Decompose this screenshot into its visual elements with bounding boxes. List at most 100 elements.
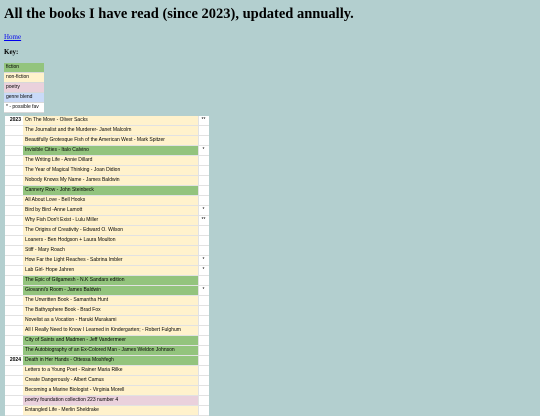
- book-title: On The Move - Oliver Sacks: [23, 116, 198, 125]
- fav-marker: [198, 276, 208, 285]
- fav-marker: [198, 136, 208, 145]
- year-cell: [5, 236, 23, 245]
- book-row[interactable]: Letters to a Young Poet - Rainer Maria R…: [5, 366, 209, 376]
- key-item: non-fiction: [4, 73, 44, 83]
- book-row[interactable]: How Far the Light Reaches - Sabrina Imbl…: [5, 256, 209, 266]
- year-cell: [5, 216, 23, 225]
- book-title: The Year of Magical Thinking - Joan Didi…: [23, 166, 198, 175]
- year-cell: [5, 256, 23, 265]
- book-row[interactable]: Lab Girl- Hope Jahren *: [5, 266, 209, 276]
- fav-marker: [198, 406, 208, 415]
- book-row[interactable]: Loaners - Ben Hodgson + Laura Moulton: [5, 236, 209, 246]
- year-cell: [5, 296, 23, 305]
- year-cell: [5, 196, 23, 205]
- year-cell: 2023: [5, 116, 23, 125]
- book-row[interactable]: Nobody Knows My Name - James Baldwin: [5, 176, 209, 186]
- fav-marker: [198, 176, 208, 185]
- book-row[interactable]: Beautifully Grotesque Fish of the Americ…: [5, 136, 209, 146]
- fav-marker: [198, 356, 208, 365]
- book-row[interactable]: The Autobiography of an Ex-Colored Man -…: [5, 346, 209, 356]
- year-cell: [5, 326, 23, 335]
- book-title: City of Saints and Madmen - Jeff Vanderm…: [23, 336, 198, 345]
- fav-marker: [198, 126, 208, 135]
- book-row[interactable]: Invisible Cities - Italo Calvino *: [5, 146, 209, 156]
- book-row[interactable]: The Epic of Gilgamesh - N.K Sandars edit…: [5, 276, 209, 286]
- year-cell: [5, 186, 23, 195]
- book-title: How Far the Light Reaches - Sabrina Imbl…: [23, 256, 198, 265]
- book-row[interactable]: The Year of Magical Thinking - Joan Didi…: [5, 166, 209, 176]
- key-item: genre blend: [4, 93, 44, 103]
- year-cell: [5, 406, 23, 415]
- book-row[interactable]: The Origins of Creativity - Edward O. Wi…: [5, 226, 209, 236]
- book-title: The Autobiography of an Ex-Colored Man -…: [23, 346, 198, 355]
- year-cell: [5, 316, 23, 325]
- book-title: poetry foundation collection 223 number …: [23, 396, 198, 405]
- book-title: Why Fish Don't Exist - Lulu Miller: [23, 216, 198, 225]
- book-title: Stiff - Mary Roach: [23, 246, 198, 255]
- book-title: The Origins of Creativity - Edward O. Wi…: [23, 226, 198, 235]
- book-row[interactable]: All I Really Need to Know I Learned in K…: [5, 326, 209, 336]
- fav-marker: [198, 236, 208, 245]
- year-cell: [5, 266, 23, 275]
- book-title: Bird by Bird -Anne Lamott: [23, 206, 198, 215]
- fav-marker: **: [198, 216, 208, 225]
- fav-marker: *: [198, 206, 208, 215]
- book-row[interactable]: Becoming a Marine Biologist - Virginia M…: [5, 386, 209, 396]
- year-cell: [5, 346, 23, 355]
- year-cell: [5, 226, 23, 235]
- year-cell: [5, 396, 23, 405]
- book-row[interactable]: Bird by Bird -Anne Lamott *: [5, 206, 209, 216]
- key-item: * - possible fav: [4, 103, 44, 113]
- book-row[interactable]: The Unwritten Book - Samantha Hunt: [5, 296, 209, 306]
- book-title: The Writing Life - Annie Dillard: [23, 156, 198, 165]
- fav-marker: [198, 186, 208, 195]
- year-table-2024: 2024 Death in Her Hands - Ottessa Moshfeg…: [5, 356, 209, 416]
- book-row[interactable]: Stiff - Mary Roach: [5, 246, 209, 256]
- year-cell: [5, 276, 23, 285]
- year-cell: [5, 376, 23, 385]
- book-row[interactable]: The Journalist and the Murderer- Janet M…: [5, 126, 209, 136]
- fav-marker: [198, 376, 208, 385]
- year-cell: [5, 206, 23, 215]
- book-title: Cannery Row - John Steinbeck: [23, 186, 198, 195]
- home-link[interactable]: Home: [4, 33, 21, 41]
- book-title: All About Love - Bell Hooks: [23, 196, 198, 205]
- fav-marker: [198, 166, 208, 175]
- fav-marker: **: [198, 116, 208, 125]
- fav-marker: [198, 366, 208, 375]
- book-row[interactable]: The Writing Life - Annie Dillard: [5, 156, 209, 166]
- year-cell: 2024: [5, 356, 23, 365]
- book-title: Novelist as a Vocation - Haruki Murakami: [23, 316, 198, 325]
- fav-marker: [198, 306, 208, 315]
- book-row[interactable]: Novelist as a Vocation - Haruki Murakami: [5, 316, 209, 326]
- fav-marker: [198, 296, 208, 305]
- page-title: All the books I have read (since 2023), …: [4, 6, 354, 22]
- key-item: fiction: [4, 63, 44, 73]
- book-row[interactable]: Create Dangerously - Albert Camus: [5, 376, 209, 386]
- book-row[interactable]: Cannery Row - John Steinbeck: [5, 186, 209, 196]
- book-title: Death in Her Hands - Ottessa Moshfegh: [23, 356, 198, 365]
- book-title: Lab Girl- Hope Jahren: [23, 266, 198, 275]
- year-cell: [5, 386, 23, 395]
- fav-marker: [198, 246, 208, 255]
- book-row[interactable]: 2024 Death in Her Hands - Ottessa Moshfeg…: [5, 356, 209, 366]
- book-title: Becoming a Marine Biologist - Virginia M…: [23, 386, 198, 395]
- book-row[interactable]: The Bathysphere Book - Brad Fox: [5, 306, 209, 316]
- book-row[interactable]: Giovanni's Room - James Baldwin *: [5, 286, 209, 296]
- book-title: Create Dangerously - Albert Camus: [23, 376, 198, 385]
- book-row[interactable]: Why Fish Don't Exist - Lulu Miller **: [5, 216, 209, 226]
- book-row[interactable]: All About Love - Bell Hooks: [5, 196, 209, 206]
- book-title: Beautifully Grotesque Fish of the Americ…: [23, 136, 198, 145]
- book-row[interactable]: 2023 On The Move - Oliver Sacks **: [5, 116, 209, 126]
- book-title: Giovanni's Room - James Baldwin: [23, 286, 198, 295]
- year-cell: [5, 146, 23, 155]
- fav-marker: [198, 326, 208, 335]
- fav-marker: [198, 346, 208, 355]
- year-cell: [5, 246, 23, 255]
- fav-marker: [198, 336, 208, 345]
- year-table-2023: 2023 On The Move - Oliver Sacks ** The Jour…: [5, 116, 209, 376]
- book-row[interactable]: City of Saints and Madmen - Jeff Vanderm…: [5, 336, 209, 346]
- book-row[interactable]: Entangled Life - Merlin Sheldrake: [5, 406, 209, 416]
- book-title: The Bathysphere Book - Brad Fox: [23, 306, 198, 315]
- key-label: Key:: [4, 48, 19, 56]
